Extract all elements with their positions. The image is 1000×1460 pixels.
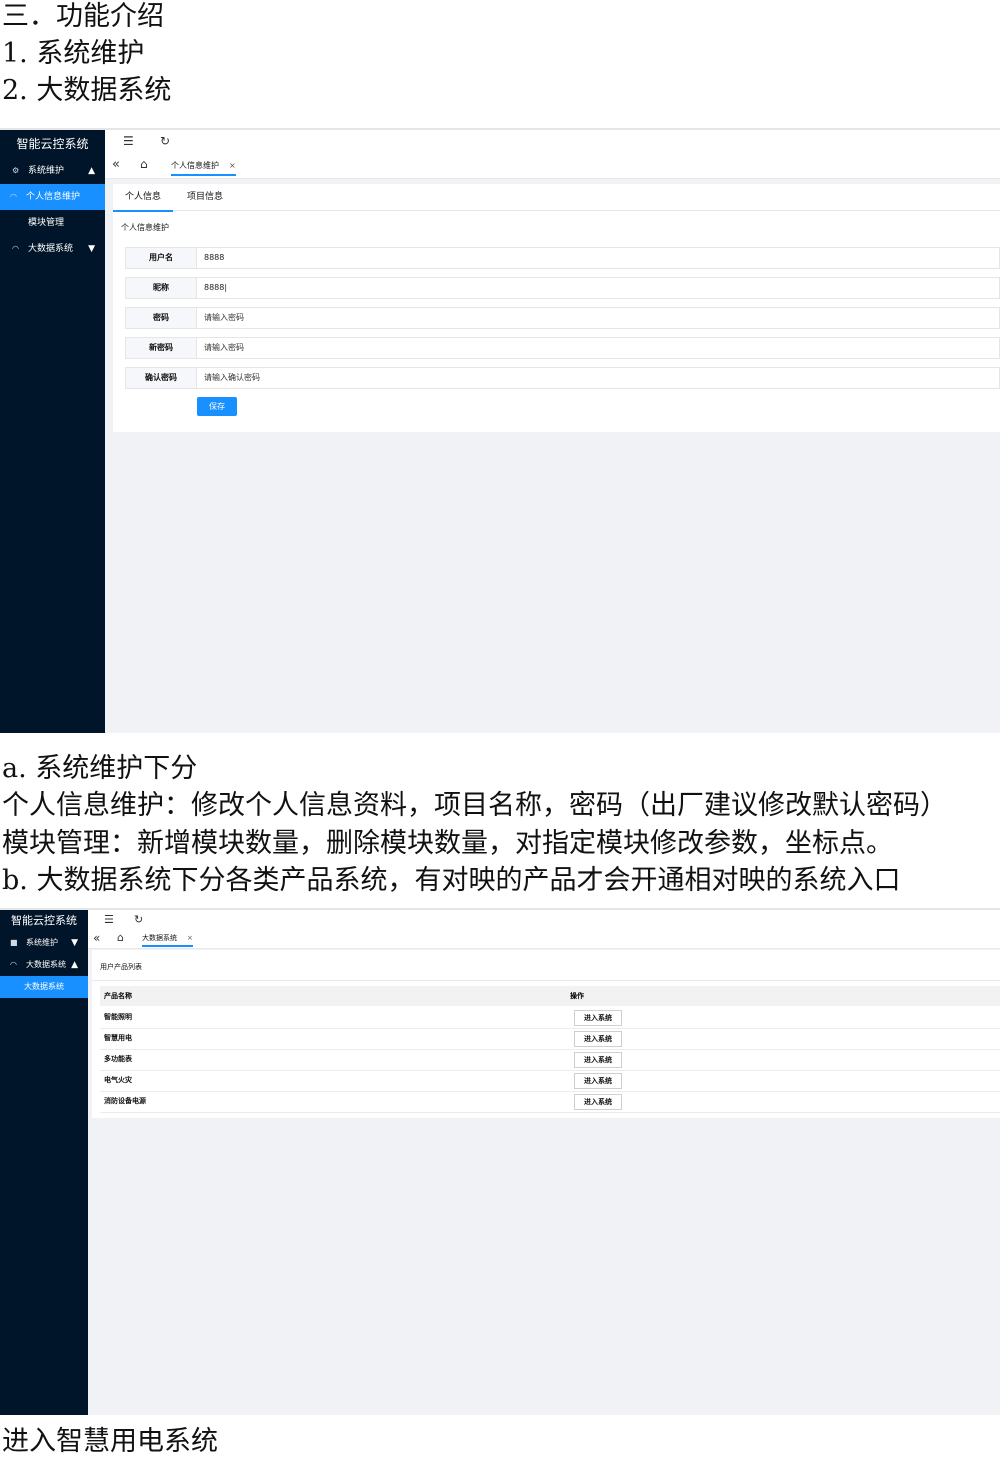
caret-down-icon: ▼ bbox=[71, 938, 78, 948]
para-a-title: a. 系统维护下分 bbox=[2, 753, 198, 784]
nickname-row: 昵称 bbox=[125, 277, 1000, 299]
tab-bar: « ⌂ 个人信息维护 × bbox=[105, 154, 1000, 179]
table-row: 多功能表 进入系统 bbox=[100, 1049, 1000, 1071]
menu-fold-icon[interactable]: ☰ bbox=[104, 913, 114, 926]
main-area: ☰ ↻ « ⌂ 个人信息维护 × 个人信息 项目信息 个人信息维护 用户名 昵称 bbox=[105, 130, 1000, 733]
dashboard-icon: ◠ bbox=[10, 960, 17, 969]
top-bar: ☰ ↻ bbox=[105, 130, 1000, 154]
menu-label: 大数据系统 bbox=[24, 982, 64, 991]
menu-label: 个人信息维护 bbox=[26, 192, 81, 202]
caret-up-icon: ▲ bbox=[71, 960, 78, 970]
main-area: ☰ ↻ « ⌂ 大数据系统 × 用户产品列表 产品名称 操作 智能照明 进入系统 … bbox=[88, 910, 1000, 1415]
menu-big-data[interactable]: ◠ 大数据系统 ▼ bbox=[0, 236, 105, 262]
username-row: 用户名 bbox=[125, 247, 1000, 269]
item-big-data: 2. 大数据系统 bbox=[2, 75, 172, 106]
close-icon[interactable]: × bbox=[187, 934, 193, 942]
password-row: 密码 bbox=[125, 307, 1000, 329]
item-system-maintenance: 1. 系统维护 bbox=[2, 38, 145, 69]
menu-system-maintenance[interactable]: ⚙ 系统维护 ▲ bbox=[0, 158, 105, 184]
table-row: 电气火灾 进入系统 bbox=[100, 1070, 1000, 1092]
confirm-password-field[interactable] bbox=[204, 368, 999, 388]
menu-module-management[interactable]: 模块管理 bbox=[0, 210, 105, 236]
sub-tabs: 个人信息 项目信息 bbox=[113, 184, 1000, 212]
tab-personal-info[interactable]: 个人信息维护 × bbox=[171, 157, 236, 176]
square-icon: ■ bbox=[10, 938, 18, 947]
settings-icon: ⚙ bbox=[12, 166, 20, 175]
username-field[interactable] bbox=[204, 248, 999, 268]
divider bbox=[92, 980, 1000, 981]
confirm-password-label: 确认密码 bbox=[126, 368, 197, 388]
table-header: 产品名称 操作 bbox=[100, 986, 1000, 1006]
sidebar: 智能云控系统 ⚙ 系统维护 ▲ ◠ 个人信息维护 模块管理 ◠ 大数据系统 ▼ bbox=[0, 130, 105, 733]
heading-functions: 三．功能介绍 bbox=[2, 1, 164, 32]
tab-label: 大数据系统 bbox=[142, 934, 177, 942]
screenshot-personal-info: 智能云控系统 ⚙ 系统维护 ▲ ◠ 个人信息维护 模块管理 ◠ 大数据系统 ▼ ☰ ↻… bbox=[0, 128, 1000, 733]
enter-system-button[interactable]: 进入系统 bbox=[574, 1094, 622, 1110]
menu-personal-info[interactable]: ◠ 个人信息维护 bbox=[0, 184, 105, 210]
menu-big-data-sub[interactable]: 大数据系统 bbox=[0, 976, 88, 998]
password-field[interactable] bbox=[204, 308, 999, 328]
para-a-line2: 模块管理：新增模块数量，删除模块数量，对指定模块修改参数，坐标点。 bbox=[2, 828, 893, 859]
home-icon[interactable]: ⌂ bbox=[140, 157, 148, 171]
caret-down-icon: ▼ bbox=[88, 244, 95, 254]
double-left-icon[interactable]: « bbox=[112, 157, 120, 172]
para-a-line1: 个人信息维护：修改个人信息资料，项目名称，密码（出厂建议修改默认密码） bbox=[2, 790, 947, 821]
section-title: 用户产品列表 bbox=[100, 963, 142, 971]
tab-bar: « ⌂ 大数据系统 × bbox=[88, 930, 1000, 949]
enter-system-button[interactable]: 进入系统 bbox=[574, 1052, 622, 1068]
table-row: 智能照明 进入系统 bbox=[100, 1007, 1000, 1029]
new-password-row: 新密码 bbox=[125, 337, 1000, 359]
section-title: 个人信息维护 bbox=[121, 223, 169, 232]
menu-label: 大数据系统 bbox=[28, 244, 74, 254]
table-row: 消防设备电源 进入系统 bbox=[100, 1091, 1000, 1113]
menu-label: 大数据系统 bbox=[26, 960, 66, 969]
refresh-icon[interactable]: ↻ bbox=[160, 134, 170, 148]
menu-label: 系统维护 bbox=[28, 166, 65, 176]
double-left-icon[interactable]: « bbox=[93, 931, 100, 945]
top-bar: ☰ ↻ bbox=[88, 910, 1000, 930]
menu-big-data[interactable]: ◠ 大数据系统 ▲ bbox=[0, 954, 88, 976]
column-action: 操作 bbox=[570, 992, 584, 1000]
personal-info-panel: 个人信息 项目信息 个人信息维护 用户名 昵称 密码 新密码 确认密码 bbox=[113, 184, 1000, 432]
new-password-label: 新密码 bbox=[126, 338, 197, 358]
tab-label: 个人信息维护 bbox=[171, 161, 219, 170]
menu-label: 模块管理 bbox=[28, 218, 65, 228]
tab-project[interactable]: 项目信息 bbox=[175, 184, 235, 210]
product-name: 智能照明 bbox=[104, 1013, 132, 1021]
footer-line: 进入智慧用电系统 bbox=[2, 1426, 218, 1457]
product-list-panel: 用户产品列表 产品名称 操作 智能照明 进入系统 智慧用电 进入系统 多功能表 … bbox=[92, 950, 1000, 1118]
menu-system-maintenance[interactable]: ■ 系统维护 ▼ bbox=[0, 932, 88, 954]
refresh-icon[interactable]: ↻ bbox=[134, 913, 143, 926]
dashboard-icon: ◠ bbox=[12, 244, 19, 253]
home-icon[interactable]: ⌂ bbox=[117, 931, 124, 944]
new-password-field[interactable] bbox=[204, 338, 999, 358]
tab-big-data[interactable]: 大数据系统 × bbox=[142, 931, 193, 947]
product-name: 多功能表 bbox=[104, 1055, 132, 1063]
confirm-password-row: 确认密码 bbox=[125, 367, 1000, 389]
screenshot-big-data: 智能云控系统 ■ 系统维护 ▼ ◠ 大数据系统 ▲ 大数据系统 ☰ ↻ « ⌂ 大数… bbox=[0, 908, 1000, 1415]
sidebar: 智能云控系统 ■ 系统维护 ▼ ◠ 大数据系统 ▲ 大数据系统 bbox=[0, 910, 88, 1415]
enter-system-button[interactable]: 进入系统 bbox=[574, 1031, 622, 1047]
close-icon[interactable]: × bbox=[229, 161, 236, 170]
menu-fold-icon[interactable]: ☰ bbox=[123, 134, 134, 148]
column-product-name: 产品名称 bbox=[104, 992, 132, 1000]
app-title: 智能云控系统 bbox=[16, 137, 89, 151]
save-button[interactable]: 保存 bbox=[197, 397, 237, 416]
para-b: b. 大数据系统下分各类产品系统，有对映的产品才会开通相对映的系统入口 bbox=[2, 865, 901, 896]
enter-system-button[interactable]: 进入系统 bbox=[574, 1073, 622, 1089]
app-title: 智能云控系统 bbox=[11, 914, 77, 927]
product-name: 消防设备电源 bbox=[104, 1097, 146, 1105]
table-row: 智慧用电 进入系统 bbox=[100, 1028, 1000, 1050]
menu-label: 系统维护 bbox=[26, 938, 58, 947]
password-label: 密码 bbox=[126, 308, 197, 328]
nickname-label: 昵称 bbox=[126, 278, 197, 298]
username-label: 用户名 bbox=[126, 248, 197, 268]
tab-personal[interactable]: 个人信息 bbox=[113, 184, 174, 212]
caret-up-icon: ▲ bbox=[88, 166, 95, 176]
product-name: 智慧用电 bbox=[104, 1034, 132, 1042]
nickname-field[interactable] bbox=[204, 278, 999, 298]
enter-system-button[interactable]: 进入系统 bbox=[574, 1010, 622, 1026]
dashboard-icon: ◠ bbox=[10, 192, 17, 201]
product-name: 电气火灾 bbox=[104, 1076, 132, 1084]
